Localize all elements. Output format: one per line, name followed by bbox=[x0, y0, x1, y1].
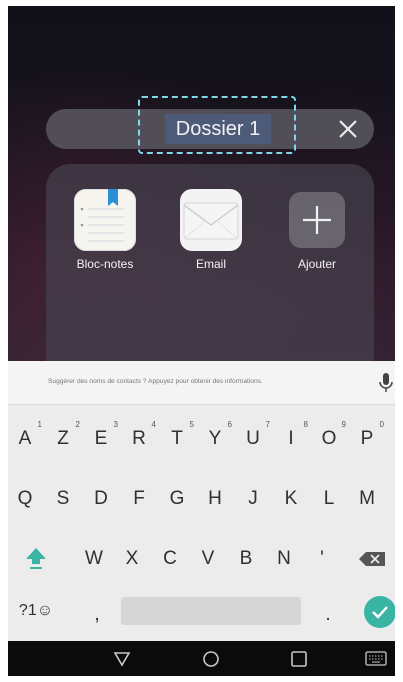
key-y[interactable]: Y6 bbox=[200, 420, 232, 457]
home-icon[interactable] bbox=[201, 649, 221, 669]
key-q[interactable]: Q bbox=[10, 481, 40, 517]
app-bloc-notes[interactable]: Bloc-notes bbox=[60, 189, 150, 271]
back-icon[interactable] bbox=[112, 649, 132, 669]
recents-icon[interactable] bbox=[289, 649, 309, 669]
checkmark-icon bbox=[372, 606, 388, 619]
key-x[interactable]: X bbox=[117, 541, 147, 577]
key-c[interactable]: C bbox=[155, 541, 185, 577]
key-h[interactable]: H bbox=[200, 481, 230, 517]
app-label: Bloc-notes bbox=[76, 257, 134, 271]
key-e[interactable]: E3 bbox=[86, 420, 118, 457]
keyboard-icon[interactable] bbox=[365, 650, 387, 668]
key-w[interactable]: W bbox=[79, 541, 109, 577]
key-l[interactable]: L bbox=[314, 481, 344, 517]
notepad-icon bbox=[74, 189, 136, 251]
key-a[interactable]: A1 bbox=[10, 420, 42, 457]
app-label: Email bbox=[195, 257, 226, 271]
key-r[interactable]: R4 bbox=[124, 420, 156, 457]
navigation-bar bbox=[8, 641, 395, 676]
microphone-icon[interactable] bbox=[378, 371, 394, 395]
key-d[interactable]: D bbox=[86, 481, 116, 517]
shift-icon[interactable] bbox=[21, 539, 51, 575]
key-t[interactable]: T5 bbox=[162, 420, 194, 457]
key-n[interactable]: N bbox=[269, 541, 299, 577]
key-p[interactable]: P0 bbox=[352, 420, 384, 457]
app-add[interactable]: Ajouter bbox=[272, 189, 362, 271]
envelope-icon bbox=[180, 189, 242, 251]
suggestion-bar[interactable]: Suggérer des noms de contacts ? Appuyez … bbox=[8, 361, 395, 405]
highlight-outline bbox=[138, 96, 296, 154]
phone-screen: Dossier 1 Bloc-notes Email Ajouter Suggé… bbox=[8, 6, 395, 676]
key-u[interactable]: U7 bbox=[238, 420, 270, 457]
key-v[interactable]: V bbox=[193, 541, 223, 577]
key-s[interactable]: S bbox=[48, 481, 78, 517]
space-bar[interactable] bbox=[121, 597, 301, 625]
app-label: Ajouter bbox=[297, 257, 337, 271]
plus-icon bbox=[289, 192, 345, 248]
backspace-icon[interactable] bbox=[355, 541, 391, 577]
close-icon[interactable] bbox=[333, 114, 363, 144]
enter-button[interactable] bbox=[364, 596, 395, 628]
key-b[interactable]: B bbox=[231, 541, 261, 577]
key-k[interactable]: K bbox=[276, 481, 306, 517]
key-g[interactable]: G bbox=[162, 481, 192, 517]
period-key[interactable]: . bbox=[313, 597, 343, 633]
symbols-key[interactable]: ?1☺ bbox=[12, 593, 60, 629]
comma-key[interactable]: , bbox=[82, 597, 112, 633]
key-i[interactable]: I8 bbox=[276, 420, 308, 457]
key-o[interactable]: O9 bbox=[314, 420, 346, 457]
keyboard: Suggérer des noms de contacts ? Appuyez … bbox=[8, 361, 395, 641]
key-m[interactable]: M bbox=[352, 481, 382, 517]
key-j[interactable]: J bbox=[238, 481, 268, 517]
suggestion-hint: Suggérer des noms de contacts ? Appuyez … bbox=[48, 378, 263, 385]
key-f[interactable]: F bbox=[124, 481, 154, 517]
key-z[interactable]: Z2 bbox=[48, 420, 80, 457]
key-apostrophe[interactable]: ' bbox=[307, 541, 337, 577]
app-email[interactable]: Email bbox=[166, 189, 256, 271]
